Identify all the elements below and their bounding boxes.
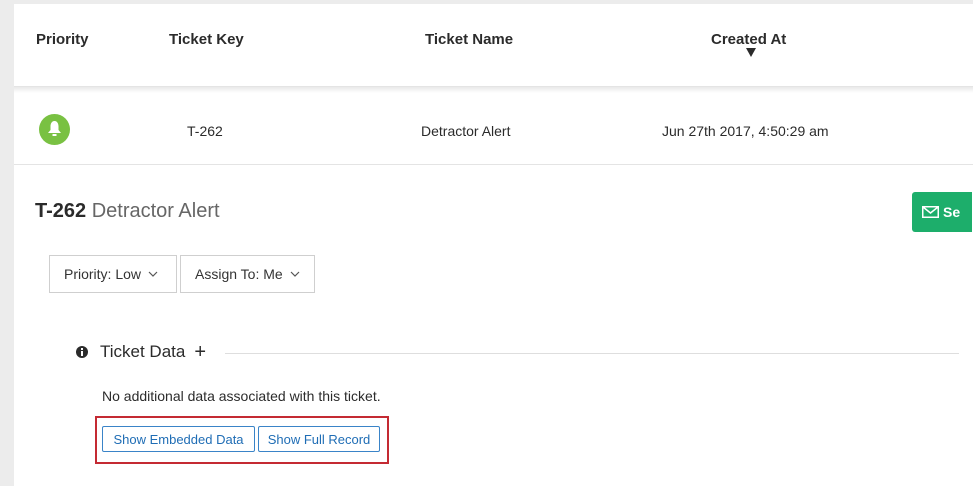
cell-created-at: Jun 27th 2017, 4:50:29 am — [662, 123, 829, 139]
priority-dropdown[interactable]: Priority: Low — [49, 255, 177, 293]
ticket-title-key: T-262 — [35, 200, 87, 222]
add-icon[interactable]: + — [194, 342, 206, 362]
no-data-message: No additional data associated with this … — [102, 388, 381, 404]
caret-down-icon[interactable] — [746, 48, 756, 57]
chevron-down-icon — [290, 271, 300, 277]
tickets-panel: Priority Ticket Key Ticket Name Created … — [14, 4, 973, 486]
header-priority[interactable]: Priority — [36, 31, 89, 48]
ticket-data-title: Ticket Data — [100, 342, 186, 361]
cell-ticket-name: Detractor Alert — [421, 123, 511, 139]
ticket-data-section-header: Ticket Data + — [76, 342, 206, 362]
header-ticket-key[interactable]: Ticket Key — [169, 31, 244, 48]
ticket-title-name: Detractor Alert — [91, 200, 220, 222]
ticket-title: T-262 Detractor Alert — [35, 200, 220, 223]
chevron-down-icon — [148, 271, 158, 277]
row-divider — [14, 164, 973, 165]
assign-to-dropdown[interactable]: Assign To: Me — [180, 255, 315, 293]
show-embedded-data-button[interactable]: Show Embedded Data — [102, 426, 255, 452]
envelope-icon — [922, 206, 939, 218]
priority-dropdown-label: Priority: Low — [64, 266, 142, 282]
section-divider — [225, 353, 959, 354]
assign-to-dropdown-label: Assign To: Me — [195, 266, 283, 282]
priority-badge — [39, 114, 70, 145]
send-email-label: Se — [943, 204, 961, 220]
header-ticket-name[interactable]: Ticket Name — [425, 31, 513, 48]
header-created-at[interactable]: Created At — [711, 31, 786, 48]
table-header: Priority Ticket Key Ticket Name Created … — [14, 4, 973, 84]
bell-icon — [48, 121, 61, 136]
send-email-button[interactable]: Se — [912, 192, 972, 232]
show-full-record-button[interactable]: Show Full Record — [258, 426, 380, 452]
info-icon — [76, 346, 88, 358]
cell-ticket-key: T-262 — [187, 123, 223, 139]
table-row[interactable]: T-262 Detractor Alert Jun 27th 2017, 4:5… — [14, 88, 973, 166]
